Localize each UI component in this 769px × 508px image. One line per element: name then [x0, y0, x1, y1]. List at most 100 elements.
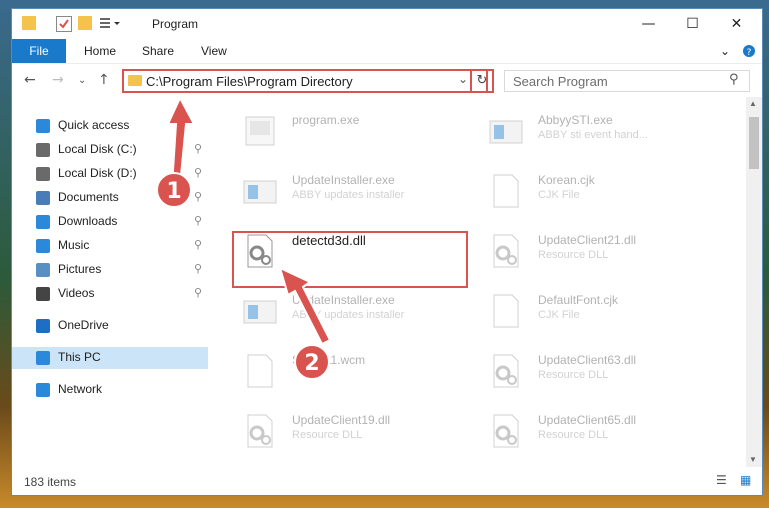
file-item[interactable]: AbbyySTI.exe ABBY sti event hand... [482, 107, 718, 161]
search-input[interactable]: Search Program ⚲ [504, 70, 750, 92]
file-item[interactable]: UpdateClient63.dll Resource DLL [482, 347, 718, 401]
file-description: Resource DLL [538, 249, 609, 261]
scroll-up-icon[interactable]: ▲ [749, 99, 757, 108]
refresh-button[interactable]: ↻ [470, 69, 494, 93]
app-icon [242, 173, 278, 209]
highlight-box [232, 231, 468, 288]
dll-gear-icon [488, 413, 524, 449]
sidebar-item-label: This PC [58, 350, 101, 364]
new-folder-icon[interactable] [78, 16, 92, 30]
sidebar-item-videos[interactable]: Videos ⚲ [12, 283, 208, 305]
file-description: CJK File [538, 309, 580, 321]
sidebar-item-label: Music [58, 238, 90, 252]
address-dropdown-icon[interactable]: ⌄ [458, 72, 468, 86]
search-placeholder: Search Program [513, 74, 608, 89]
file-item[interactable]: UpdateClient21.dll Resource DLL [482, 227, 718, 281]
network-icon [36, 383, 50, 397]
ribbon-tabs: File Home Share View ⌄ ? [12, 39, 762, 63]
help-icon[interactable]: ? [742, 39, 758, 63]
star-icon [36, 119, 50, 133]
tab-share[interactable]: Share [142, 39, 174, 63]
window-title: Program [152, 17, 199, 31]
step-badge-1: 1 [156, 172, 192, 208]
sidebar-item-label: Videos [58, 286, 95, 300]
file-description: Resource DLL [292, 429, 363, 441]
dll-gear-icon [242, 413, 278, 449]
pin-icon[interactable]: ⚲ [194, 286, 202, 299]
file-name: UpdateInstaller.exe [292, 173, 395, 187]
svg-text:?: ? [747, 48, 752, 58]
recent-locations-icon[interactable]: ⌄ [78, 75, 86, 86]
minimize-button[interactable]: — [626, 9, 671, 39]
sidebar-item-label: Local Disk (C:) [58, 142, 137, 156]
item-count: 183 items [24, 475, 77, 489]
sidebar-item-downloads[interactable]: Downloads ⚲ [12, 211, 208, 233]
sidebar-item-pictures[interactable]: Pictures ⚲ [12, 259, 208, 281]
file-item[interactable]: Korean.cjk CJK File [482, 167, 718, 221]
file-name: UpdateClient65.dll [538, 413, 637, 427]
file-description: ABBY sti event hand... [538, 129, 648, 141]
pin-icon[interactable]: ⚲ [194, 238, 202, 251]
pin-icon[interactable]: ⚲ [194, 214, 202, 227]
file-name: AbbyySTI.exe [538, 113, 613, 127]
sidebar-item-label: Documents [58, 190, 119, 204]
app-icon [488, 113, 524, 149]
sidebar-item-label: Local Disk (D:) [58, 166, 137, 180]
file-name: Korean.cjk [538, 173, 595, 187]
pictures-icon [36, 263, 50, 277]
blank-file-icon [488, 293, 524, 329]
file-description: ABBY updates installer [292, 189, 405, 201]
maximize-button[interactable]: ☐ [670, 9, 715, 39]
drive-icon [36, 143, 50, 157]
sidebar-item-label: OneDrive [58, 318, 109, 332]
sidebar-item-this-pc[interactable]: This PC [12, 347, 208, 369]
tab-file[interactable]: File [12, 39, 66, 63]
details-view-icon[interactable]: ☰ [716, 473, 727, 487]
properties-icon[interactable] [56, 16, 72, 32]
file-name: UpdateClient19.dll [292, 413, 391, 427]
file-name: program.exe [292, 113, 360, 127]
explorer-window: Program — ☐ ✕ File Home Share View ⌄ ? ←… [11, 8, 763, 496]
documents-icon [36, 191, 50, 205]
videos-icon [36, 287, 50, 301]
drive-icon [36, 167, 50, 181]
tab-home[interactable]: Home [84, 39, 116, 63]
address-path: C:\Program Files\Program Directory [146, 74, 353, 89]
sidebar-item-music[interactable]: Music ⚲ [12, 235, 208, 257]
large-icons-view-icon[interactable]: ▦ [740, 473, 751, 487]
sidebar-item-onedrive[interactable]: OneDrive [12, 315, 208, 337]
close-button[interactable]: ✕ [714, 9, 759, 39]
sidebar-item-label: Pictures [58, 262, 102, 276]
file-item[interactable]: UpdateClient65.dll Resource DLL [482, 407, 718, 461]
scrollbar-thumb[interactable] [749, 117, 759, 169]
scroll-down-icon[interactable]: ▼ [749, 455, 757, 464]
file-item[interactable]: UpdateInstaller.exe ABBY updates installe… [236, 167, 472, 221]
file-item[interactable]: program.exe [236, 107, 472, 161]
sidebar-item-label: Downloads [58, 214, 118, 228]
file-item[interactable]: UpdateClient19.dll Resource DLL [236, 407, 472, 461]
onedrive-icon [36, 319, 50, 333]
file-name: UpdateClient63.dll [538, 353, 637, 367]
tab-view[interactable]: View [201, 39, 227, 63]
file-description: Resource DLL [538, 369, 609, 381]
pc-icon [36, 351, 50, 365]
vertical-scrollbar[interactable]: ▲ ▼ [746, 97, 762, 467]
music-icon [36, 239, 50, 253]
forward-button[interactable]: → [52, 72, 64, 88]
file-name: UpdateClient21.dll [538, 233, 637, 247]
sidebar-item-label: Network [58, 382, 103, 396]
dll-gear-icon [488, 353, 524, 389]
sidebar-item-network[interactable]: Network [12, 379, 208, 401]
dll-gear-icon [488, 233, 524, 269]
back-button[interactable]: ← [24, 72, 36, 88]
search-icon[interactable]: ⚲ [729, 72, 739, 87]
up-button[interactable]: ↑ [98, 72, 110, 88]
file-item[interactable]: DefaultFont.cjk CJK File [482, 287, 718, 341]
step-badge-2: 2 [294, 344, 330, 380]
folder-icon [22, 16, 36, 30]
pin-icon[interactable]: ⚲ [194, 262, 202, 275]
expand-ribbon-icon[interactable]: ⌄ [720, 39, 730, 63]
blank-file-icon [488, 173, 524, 209]
file-description: CJK File [538, 189, 580, 201]
customize-toolbar-icon[interactable] [100, 16, 120, 30]
